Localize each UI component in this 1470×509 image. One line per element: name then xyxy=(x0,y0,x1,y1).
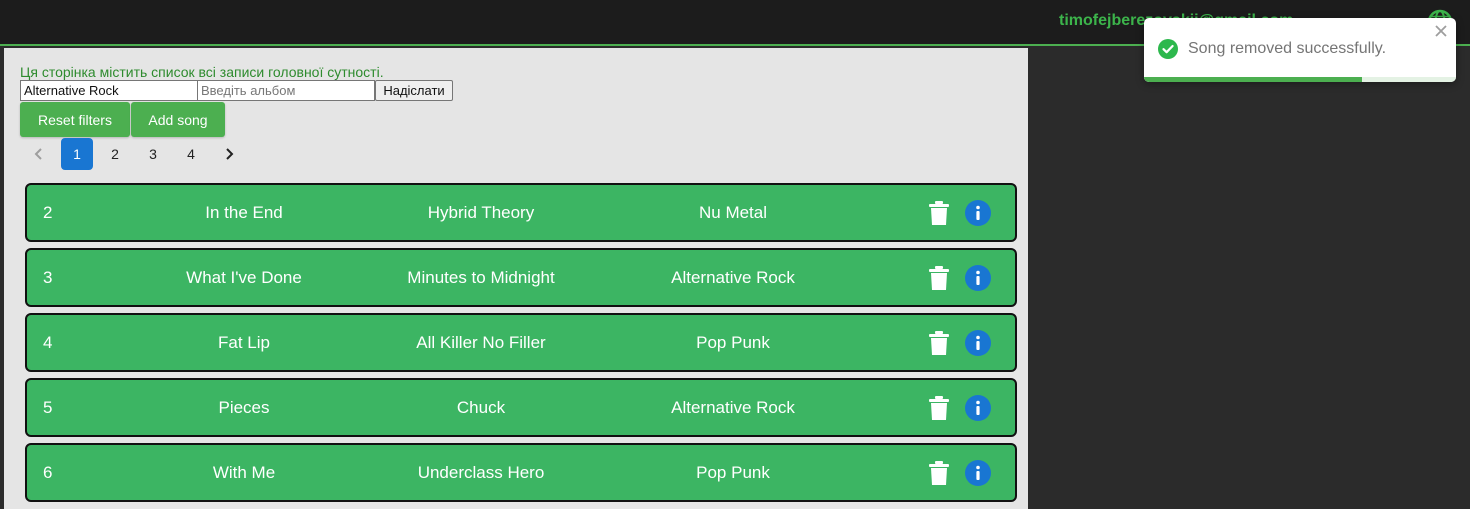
add-song-button[interactable]: Add song xyxy=(131,102,225,137)
song-row: 6 With Me Underclass Hero Pop Punk xyxy=(25,443,1017,502)
genre-filter-input[interactable] xyxy=(20,80,198,101)
trash-icon[interactable] xyxy=(929,461,949,485)
pagination-page[interactable]: 4 xyxy=(175,138,207,170)
song-title: In the End xyxy=(205,203,283,222)
info-icon[interactable] xyxy=(964,264,992,292)
song-row: 2 In the End Hybrid Theory Nu Metal xyxy=(25,183,1017,242)
song-id: 2 xyxy=(43,203,53,222)
song-title: With Me xyxy=(212,463,276,482)
song-row: 5 Pieces Chuck Alternative Rock xyxy=(25,378,1017,437)
trash-icon[interactable] xyxy=(929,201,949,225)
close-icon[interactable] xyxy=(1435,25,1447,37)
check-circle-icon xyxy=(1158,39,1178,59)
song-album: Underclass Hero xyxy=(417,463,545,482)
song-album: Chuck xyxy=(456,398,506,417)
song-title: Pieces xyxy=(218,398,270,417)
song-genre: Pop Punk xyxy=(696,463,770,482)
pagination-prev-button[interactable] xyxy=(23,138,55,170)
song-genre: Nu Metal xyxy=(698,203,768,222)
page-description: Ця сторінка містить список всі записи го… xyxy=(20,64,384,80)
info-icon[interactable] xyxy=(964,199,992,227)
trash-icon[interactable] xyxy=(929,396,949,420)
song-album: Hybrid Theory xyxy=(427,203,535,222)
main-panel: Ця сторінка містить список всі записи го… xyxy=(4,48,1028,509)
album-filter-input[interactable] xyxy=(197,80,375,101)
song-genre: Alternative Rock xyxy=(671,398,795,417)
song-row: 4 Fat Lip All Killer No Filler Pop Punk xyxy=(25,313,1017,372)
toast-message: Song removed successfully. xyxy=(1188,40,1387,57)
song-title: Fat Lip xyxy=(218,333,270,352)
toast-progress-bar xyxy=(1144,77,1363,82)
info-icon[interactable] xyxy=(964,459,992,487)
trash-icon[interactable] xyxy=(929,266,949,290)
pagination-page[interactable]: 1 xyxy=(61,138,93,170)
song-album: Minutes to Midnight xyxy=(407,268,555,287)
song-genre: Pop Punk xyxy=(696,333,770,352)
toast-notification: Song removed successfully. xyxy=(1144,18,1456,82)
chevron-left-icon xyxy=(34,148,42,160)
song-id: 5 xyxy=(43,398,53,417)
song-genre: Alternative Rock xyxy=(671,268,795,287)
chevron-right-icon xyxy=(226,148,234,160)
song-row: 3 What I've Done Minutes to Midnight Alt… xyxy=(25,248,1017,307)
song-id: 3 xyxy=(43,268,53,287)
pagination-next-button[interactable] xyxy=(213,138,245,170)
song-id: 4 xyxy=(43,333,53,352)
pagination-page[interactable]: 3 xyxy=(137,138,169,170)
song-title: What I've Done xyxy=(186,268,302,287)
toast-progress-track xyxy=(1144,77,1456,82)
song-album: All Killer No Filler xyxy=(416,333,546,352)
pagination-page[interactable]: 2 xyxy=(99,138,131,170)
trash-icon[interactable] xyxy=(929,331,949,355)
submit-filter-button[interactable]: Надіслати xyxy=(375,80,453,101)
info-icon[interactable] xyxy=(964,329,992,357)
reset-filters-button[interactable]: Reset filters xyxy=(20,102,130,137)
info-icon[interactable] xyxy=(964,394,992,422)
song-id: 6 xyxy=(43,463,53,482)
